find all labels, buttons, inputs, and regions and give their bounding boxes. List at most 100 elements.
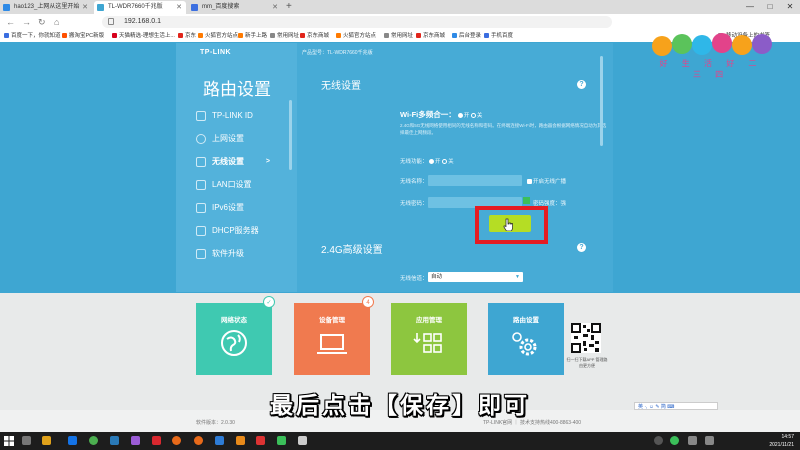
app-icon[interactable]	[236, 436, 245, 445]
app-icon[interactable]	[256, 436, 265, 445]
chevron-right-icon: >	[265, 158, 270, 165]
photoshop-icon[interactable]	[110, 436, 119, 445]
app-icon[interactable]	[215, 436, 224, 445]
tray-icon[interactable]	[654, 436, 663, 445]
bookmark-item[interactable]: 新手上路	[238, 30, 267, 42]
radio-on[interactable]	[457, 113, 463, 119]
firefox-icon[interactable]	[194, 436, 203, 445]
bookmark-item[interactable]: 常用网址	[270, 30, 299, 42]
tile-router-settings[interactable]: 路由设置	[488, 303, 564, 375]
tab-router[interactable]: TL-WDR7660千兆版 ✕	[94, 1, 186, 14]
tp-link-logo: TP-LINK	[200, 49, 232, 56]
url-field[interactable]: 192.168.0.1	[102, 16, 612, 28]
wifi-description: 2.4G和5G无线网络使用相同的无线名称和密码。在终端连接Wi-Fi时，路由器会…	[400, 123, 607, 135]
bookmark-item[interactable]: 手机百度	[484, 30, 513, 42]
watermark-slogan: 好 生 活 好 二 三 四	[659, 59, 763, 79]
sidebar-item-ipv6[interactable]: IPv6设置	[196, 199, 296, 217]
app-icon[interactable]	[298, 436, 307, 445]
close-icon[interactable]: ✕	[176, 1, 182, 14]
bookmark-item[interactable]: 后台登录	[452, 30, 481, 42]
tile-app-management[interactable]: 应用管理	[391, 303, 467, 375]
bookmark-item[interactable]: 天猫精选-理想生活上...	[112, 30, 175, 42]
reload-icon[interactable]: ↻	[38, 16, 46, 28]
ipv6-icon	[196, 203, 206, 213]
maximize-button[interactable]: □	[760, 0, 780, 14]
new-tab-button[interactable]: +	[286, 0, 292, 14]
support-info[interactable]: TP-LINK官网 ｜ 技术支持热线400-8863-400	[483, 419, 581, 426]
hao123-icon	[3, 4, 10, 11]
help-icon[interactable]: ?	[577, 243, 586, 252]
tab-hao123[interactable]: hao123_上网从这里开始 ✕	[0, 1, 92, 14]
id-icon	[196, 111, 206, 121]
model-text: 产品型号：TL-WDR7660千兆版	[302, 50, 373, 56]
premiere-icon[interactable]	[131, 436, 140, 445]
ssid-broadcast-option[interactable]: 开启无线广播	[527, 177, 566, 185]
wechat-icon[interactable]	[670, 436, 679, 445]
back-icon[interactable]: ←	[6, 16, 15, 28]
sidebar-item-internet[interactable]: 上网设置	[196, 130, 296, 148]
wireless-function-label: 无线功能： 开 关	[400, 159, 454, 165]
channel-select[interactable]: 自动 ▼	[428, 272, 523, 282]
chrome-icon[interactable]	[89, 436, 98, 445]
bookmark-item[interactable]: 京东商城	[416, 30, 445, 42]
dhcp-icon	[196, 226, 206, 236]
volume-icon[interactable]	[705, 436, 714, 445]
tile-network-status[interactable]: 网络状态	[196, 303, 272, 375]
qr-caption: 扫一扫下载APP 管理路由更方便	[566, 357, 608, 368]
strength-indicator	[523, 197, 530, 204]
bookmark-item[interactable]: 常用网址	[384, 30, 413, 42]
bookmark-item[interactable]: 京东商城	[300, 30, 329, 42]
radio-on[interactable]	[429, 159, 435, 165]
page-right-margin	[776, 42, 800, 293]
advanced-section-title: 2.4G高级设置	[321, 245, 383, 256]
gear-icon	[512, 332, 537, 356]
radio-off[interactable]	[470, 113, 476, 119]
folder-icon[interactable]	[42, 436, 51, 445]
taskbar-clock[interactable]: 14:57 2021/11/21	[744, 433, 794, 449]
home-icon[interactable]: ⌂	[54, 16, 59, 28]
taskview-icon[interactable]	[22, 436, 31, 445]
forward-icon[interactable]: →	[22, 16, 31, 28]
checkbox-icon[interactable]	[527, 179, 532, 185]
network-icon[interactable]	[688, 436, 697, 445]
bookmark-item[interactable]: 火狐官方站点	[198, 30, 238, 42]
bookmark-item[interactable]: 百度一下，你就知道	[4, 30, 61, 42]
ssid-input[interactable]	[428, 175, 522, 186]
close-icon[interactable]: ✕	[272, 1, 278, 14]
firefox-icon[interactable]	[172, 436, 181, 445]
minimize-button[interactable]: —	[740, 0, 760, 14]
sidebar-title: 路由设置	[203, 80, 271, 99]
tab-baidu[interactable]: mm_百度搜索 ✕	[188, 1, 282, 14]
photoshop-icon[interactable]	[68, 436, 77, 445]
sidebar-item-tplink-id[interactable]: TP-LINK ID	[196, 107, 296, 125]
lan-icon	[196, 180, 206, 190]
sidebar-item-upgrade[interactable]: 软件升级	[196, 245, 296, 263]
bookmark-item[interactable]: 京东	[178, 30, 196, 42]
wireless-section-title: 无线设置	[321, 81, 361, 92]
status-check-badge: ✓	[263, 296, 275, 308]
save-highlight-box	[475, 206, 548, 244]
sidebar-item-dhcp[interactable]: DHCP服务器	[196, 222, 296, 240]
windows-start-icon[interactable]	[4, 436, 14, 446]
tile-device-management[interactable]: 设备管理	[294, 303, 370, 375]
video-subtitle: 最后点击【保存】即可	[270, 392, 530, 418]
sidebar-item-lan[interactable]: LAN口设置	[196, 176, 296, 194]
globe-icon	[196, 134, 206, 144]
app-icon[interactable]	[277, 436, 286, 445]
wifi-icon	[196, 157, 206, 167]
bookmark-item[interactable]: 火狐官方站点	[336, 30, 376, 42]
help-icon[interactable]: ?	[577, 80, 586, 89]
laptop-icon	[317, 334, 347, 354]
radio-off[interactable]	[442, 159, 448, 165]
close-icon[interactable]: ✕	[82, 1, 88, 14]
windows-taskbar	[0, 432, 800, 450]
password-label: 无线密码：	[400, 201, 428, 207]
sidebar-scrollbar[interactable]	[289, 100, 292, 170]
acrobat-icon[interactable]	[152, 436, 161, 445]
content-scrollbar[interactable]	[600, 56, 603, 146]
globe-icon	[221, 330, 247, 356]
bookmark-item[interactable]: 搬淘宝PC新版	[62, 30, 104, 42]
sidebar-item-wireless[interactable]: 无线设置 >	[196, 153, 296, 171]
close-window-button[interactable]: ✕	[780, 0, 800, 14]
apps-icon	[413, 333, 442, 353]
